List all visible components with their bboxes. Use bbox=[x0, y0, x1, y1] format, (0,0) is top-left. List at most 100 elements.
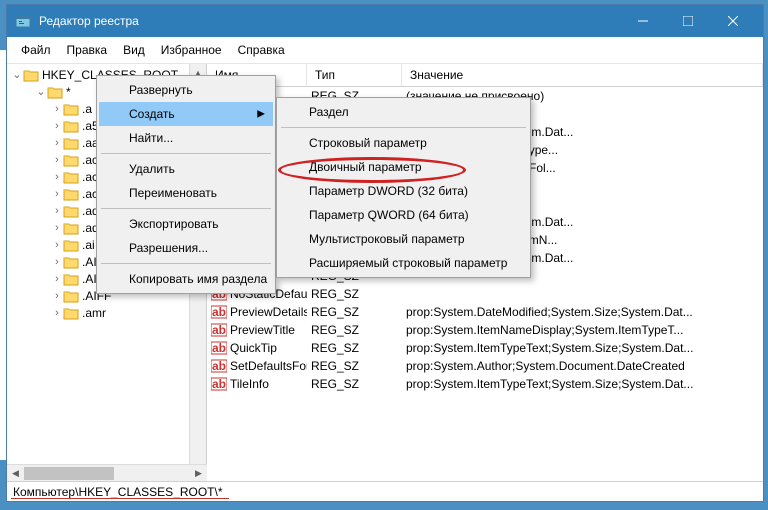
hscroll-thumb[interactable] bbox=[24, 467, 114, 480]
svg-text:ab: ab bbox=[212, 323, 226, 337]
ctx-item[interactable]: Создать ▶ bbox=[99, 102, 273, 126]
expand-icon[interactable]: › bbox=[51, 273, 63, 285]
expand-icon[interactable]: › bbox=[51, 307, 63, 319]
menu-item-label: Найти... bbox=[129, 131, 173, 145]
scroll-left-icon[interactable]: ◀ bbox=[7, 465, 24, 481]
cell-name: abPreviewDetails bbox=[207, 305, 307, 319]
menu-file[interactable]: Файл bbox=[13, 39, 59, 61]
menu-item-label: Развернуть bbox=[129, 83, 193, 97]
folder-icon bbox=[63, 204, 79, 218]
list-header: Имя Тип Значение bbox=[207, 64, 763, 87]
cell-value: prop:System.ItemTypeText;System.Size;Sys… bbox=[402, 341, 763, 355]
subctx-item[interactable]: Параметр DWORD (32 бита) bbox=[279, 179, 528, 203]
subctx-item[interactable]: Параметр QWORD (64 бита) bbox=[279, 203, 528, 227]
ctx-item[interactable]: Экспортировать bbox=[99, 212, 273, 236]
folder-icon bbox=[23, 68, 39, 82]
expand-icon[interactable]: › bbox=[51, 290, 63, 302]
menu-item-label: Мультистроковый параметр bbox=[309, 232, 465, 246]
menu-item-label: Удалить bbox=[129, 162, 175, 176]
menu-view[interactable]: Вид bbox=[115, 39, 153, 61]
ctx-item[interactable]: Развернуть bbox=[99, 78, 273, 102]
expand-icon[interactable]: › bbox=[51, 205, 63, 217]
folder-icon bbox=[63, 187, 79, 201]
menu-separator bbox=[101, 153, 271, 154]
window-title: Редактор реестра bbox=[39, 14, 620, 28]
ctx-item[interactable]: Найти... bbox=[99, 126, 273, 150]
menu-item-label: Параметр QWORD (64 бита) bbox=[309, 208, 469, 222]
value-icon: ab bbox=[211, 359, 227, 373]
list-row[interactable]: abTileInfoREG_SZprop:System.ItemTypeText… bbox=[207, 375, 763, 393]
menu-item-label: Двоичный параметр bbox=[309, 160, 422, 174]
menu-item-label: Расширяемый строковый параметр bbox=[309, 256, 507, 270]
expand-icon[interactable]: › bbox=[51, 120, 63, 132]
menu-item-label: Разрешения... bbox=[129, 241, 208, 255]
list-row[interactable]: abSetDefaultsForREG_SZprop:System.Author… bbox=[207, 357, 763, 375]
expand-icon[interactable]: › bbox=[51, 188, 63, 200]
minimize-button[interactable] bbox=[620, 5, 665, 37]
cell-name: abQuickTip bbox=[207, 341, 307, 355]
cell-name: abSetDefaultsFor bbox=[207, 359, 307, 373]
expand-icon[interactable]: › bbox=[51, 222, 63, 234]
context-menu: Развернуть Создать ▶ Найти... Удалить Переиме… bbox=[96, 75, 276, 294]
cell-name: abPreviewTitle bbox=[207, 323, 307, 337]
subctx-item[interactable]: Двоичный параметр bbox=[279, 155, 528, 179]
cell-type: REG_SZ bbox=[307, 305, 402, 319]
tree-label: .a bbox=[82, 102, 92, 116]
expand-icon[interactable]: ⌄ bbox=[35, 85, 47, 98]
expand-icon[interactable]: › bbox=[51, 239, 63, 251]
value-icon: ab bbox=[211, 341, 227, 355]
expand-icon[interactable]: › bbox=[51, 256, 63, 268]
ctx-item[interactable]: Удалить bbox=[99, 157, 273, 181]
svg-text:ab: ab bbox=[212, 305, 226, 319]
svg-text:ab: ab bbox=[212, 377, 226, 391]
menu-separator bbox=[101, 208, 271, 209]
header-type[interactable]: Тип bbox=[307, 64, 402, 86]
ctx-item[interactable]: Разрешения... bbox=[99, 236, 273, 260]
titlebar[interactable]: Редактор реестра bbox=[7, 5, 763, 37]
tree-label: * bbox=[66, 85, 71, 99]
list-row[interactable]: abQuickTipREG_SZprop:System.ItemTypeText… bbox=[207, 339, 763, 357]
expand-icon[interactable]: › bbox=[51, 137, 63, 149]
menu-help[interactable]: Справка bbox=[230, 39, 293, 61]
collapse-icon[interactable]: ⌄ bbox=[11, 68, 23, 81]
menu-item-label: Создать bbox=[129, 107, 175, 121]
folder-icon bbox=[63, 119, 79, 133]
folder-icon bbox=[63, 102, 79, 116]
subctx-item[interactable]: Мультистроковый параметр bbox=[279, 227, 528, 251]
ctx-item[interactable]: Переименовать bbox=[99, 181, 273, 205]
maximize-button[interactable] bbox=[665, 5, 710, 37]
value-icon: ab bbox=[211, 377, 227, 391]
folder-icon bbox=[63, 170, 79, 184]
folder-icon bbox=[63, 289, 79, 303]
list-row[interactable]: abNoStaticDefault...REG_SZ bbox=[207, 285, 763, 303]
cell-value: prop:System.DateModified;System.Size;Sys… bbox=[402, 305, 763, 319]
folder-icon bbox=[63, 238, 79, 252]
folder-icon bbox=[63, 255, 79, 269]
expand-icon[interactable]: › bbox=[51, 171, 63, 183]
folder-icon bbox=[63, 221, 79, 235]
list-row[interactable]: abPreviewTitleREG_SZprop:System.ItemName… bbox=[207, 321, 763, 339]
close-button[interactable] bbox=[710, 5, 755, 37]
menu-edit[interactable]: Правка bbox=[59, 39, 116, 61]
app-icon bbox=[15, 13, 31, 29]
header-value[interactable]: Значение bbox=[402, 64, 763, 86]
list-row[interactable]: abPreviewDetailsREG_SZprop:System.DateMo… bbox=[207, 303, 763, 321]
value-icon: ab bbox=[211, 323, 227, 337]
folder-icon bbox=[47, 85, 63, 99]
expand-icon[interactable]: › bbox=[51, 103, 63, 115]
tree-hscroll[interactable]: ◀ ▶ bbox=[7, 464, 207, 481]
scroll-right-icon[interactable]: ▶ bbox=[190, 465, 207, 481]
subctx-item[interactable]: Раздел bbox=[279, 100, 528, 124]
submenu-arrow-icon: ▶ bbox=[257, 109, 265, 120]
subctx-item[interactable]: Расширяемый строковый параметр bbox=[279, 251, 528, 275]
ctx-item[interactable]: Копировать имя раздела bbox=[99, 267, 273, 291]
expand-icon[interactable]: › bbox=[51, 154, 63, 166]
menu-item-label: Строковый параметр bbox=[309, 136, 427, 150]
menu-favorites[interactable]: Избранное bbox=[153, 39, 230, 61]
annotation-underline bbox=[11, 498, 229, 499]
menu-item-label: Копировать имя раздела bbox=[129, 272, 267, 286]
menu-item-label: Раздел bbox=[309, 105, 349, 119]
cell-name: abTileInfo bbox=[207, 377, 307, 391]
tree-row[interactable]: ›.amr bbox=[7, 304, 206, 321]
subctx-item[interactable]: Строковый параметр bbox=[279, 131, 528, 155]
